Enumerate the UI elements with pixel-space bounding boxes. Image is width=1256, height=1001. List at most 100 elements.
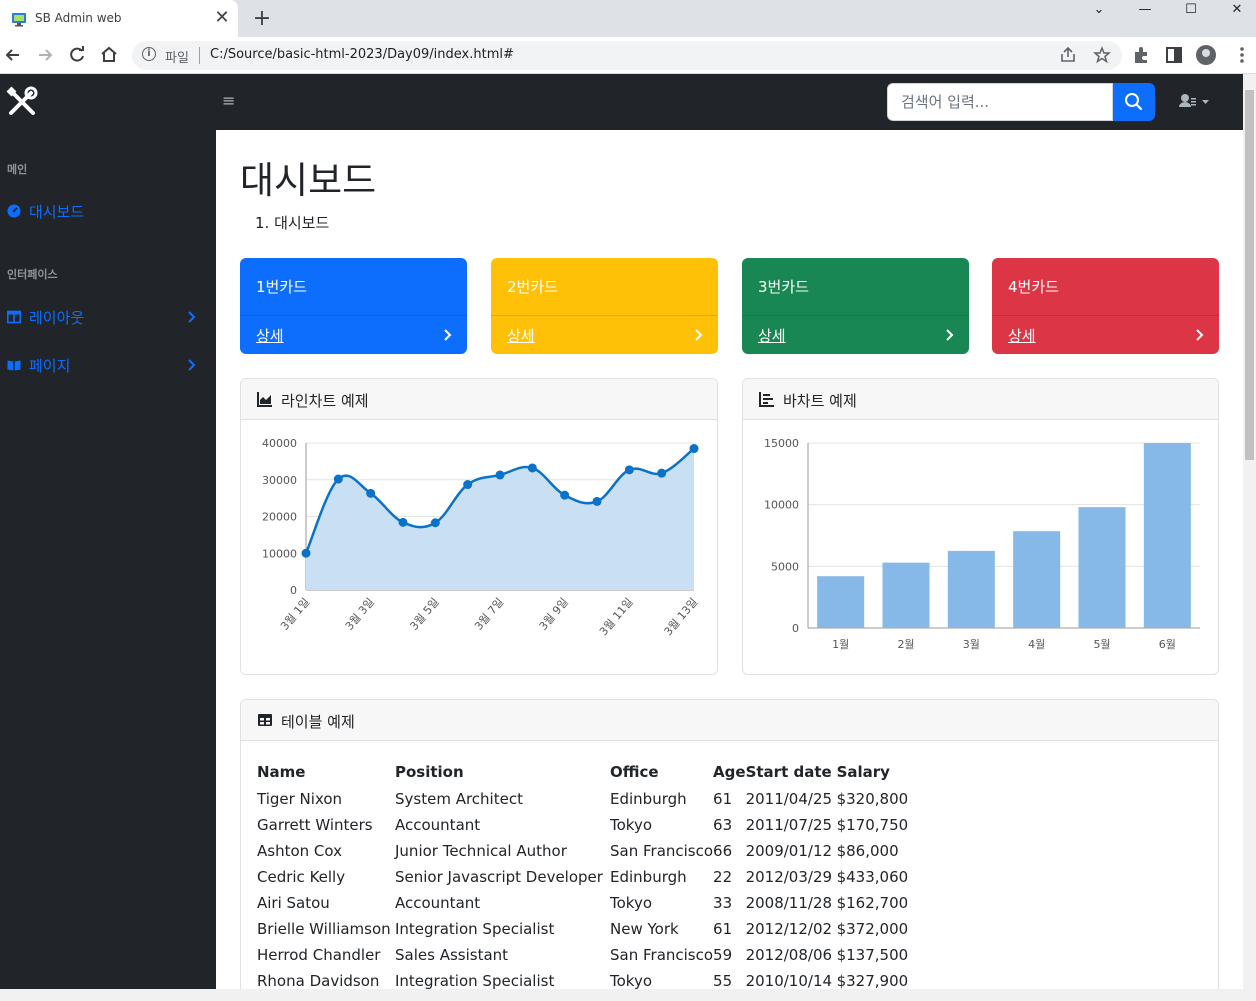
card-footer: 상세: [491, 315, 718, 354]
search-button[interactable]: [1113, 83, 1155, 121]
line-chart: 0 10000 20000 30000 40000 3월 1일 3월 3일 3월 5일 3월 7…: [262, 437, 700, 638]
table-cell: Brielle Williamson: [257, 920, 391, 938]
scrollbar-thumb[interactable]: [1245, 90, 1254, 460]
column-header[interactable]: Salary: [837, 760, 917, 786]
sidebar-item-pages[interactable]: 페이지: [7, 354, 207, 378]
sidebar-item-layout[interactable]: 레이아웃: [7, 306, 207, 330]
home-icon[interactable]: [96, 42, 122, 68]
sidebar-item-dashboard[interactable]: 대시보드: [7, 200, 207, 224]
bookmark-star-icon[interactable]: [1092, 45, 1112, 65]
page-scrollbar[interactable]: [1243, 74, 1256, 989]
card-detail-link[interactable]: 상세: [758, 325, 786, 346]
chart-area-icon: [257, 392, 272, 407]
table-cell: 2008/11/28: [745, 894, 833, 912]
url-text[interactable]: C:/Source/basic-html-2023/Day09/index.ht…: [210, 47, 514, 62]
sidebar-toggle-button[interactable]: ≡: [222, 90, 240, 112]
share-icon[interactable]: [1058, 45, 1078, 65]
table-cell: Integration Specialist: [395, 972, 555, 989]
column-header[interactable]: Age: [713, 760, 746, 786]
table-cell: Tokyo: [610, 972, 652, 989]
tools-logo-icon[interactable]: [6, 86, 38, 118]
card-title: 3번카드: [758, 278, 809, 296]
panel-title: 라인차트 예제: [281, 392, 369, 410]
table-cell: Garrett Winters: [257, 816, 373, 834]
data-point: [592, 496, 602, 506]
close-tab-icon[interactable]: ✕: [212, 8, 232, 28]
tab-search-icon[interactable]: ⌄: [1076, 0, 1122, 20]
extensions-icon[interactable]: [1130, 44, 1152, 66]
line-chart-panel: 라인차트 예제 0 10000 20000 30000 40000 3월 1일 3월 3일 3…: [240, 378, 718, 675]
search-icon: [1125, 93, 1143, 111]
reload-icon[interactable]: [64, 42, 90, 68]
search-input[interactable]: 검색어 입력...: [887, 83, 1113, 121]
table-cell: 2012/03/29: [745, 868, 833, 886]
user-menu-icon[interactable]: [1176, 92, 1216, 112]
table-cell: Edinburgh: [610, 790, 687, 808]
profile-avatar-icon[interactable]: [1196, 45, 1216, 65]
table-cell: Rhona Davidson: [257, 972, 380, 989]
table-cell: $372,000: [836, 920, 909, 938]
column-header[interactable]: Name: [257, 760, 395, 786]
new-tab-button[interactable]: +: [250, 6, 274, 32]
card-detail-link[interactable]: 상세: [256, 325, 284, 346]
table-cell: Ashton Cox: [257, 842, 342, 860]
minimize-button[interactable]: —: [1122, 0, 1168, 20]
panel-header: 테이블 예제: [241, 700, 1218, 741]
chevron-right-icon: [188, 311, 196, 323]
stat-card-1: 1번카드 상세: [240, 258, 467, 354]
panel-title: 바차트 예제: [783, 392, 857, 410]
card-footer: 상세: [240, 315, 467, 354]
card-detail-link[interactable]: 상세: [1008, 325, 1036, 346]
table-cell: $320,800: [836, 790, 909, 808]
x-tick-label: 3월 7일: [471, 595, 506, 633]
table-cell: System Architect: [395, 790, 523, 808]
x-tick-label: 3월 11일: [596, 595, 635, 638]
browser-tab-strip: SB Admin web ✕ + ⌄ — ☐ ✕: [0, 0, 1256, 37]
maximize-button[interactable]: ☐: [1168, 0, 1214, 20]
close-window-button[interactable]: ✕: [1214, 0, 1256, 20]
data-point: [301, 548, 311, 558]
table-cell: 59: [713, 946, 733, 964]
address-bar[interactable]: i 파일 C:/Source/basic-html-2023/Day09/ind…: [132, 41, 1122, 70]
stat-card-3: 3번카드 상세: [742, 258, 969, 354]
data-point: [495, 470, 505, 480]
x-tick-label: 5월: [1093, 638, 1110, 651]
table-panel: 테이블 예제 Name Position Office Age Start da…: [240, 699, 1219, 989]
card-detail-link[interactable]: 상세: [507, 325, 535, 346]
chevron-right-icon: [695, 329, 703, 341]
y-tick-label: 15000: [764, 437, 799, 450]
file-scheme-label: 파일: [165, 51, 189, 66]
column-header[interactable]: Office: [610, 760, 713, 786]
panel-header: 라인차트 예제: [241, 379, 717, 420]
table-row: Brielle Williamson Integration Specialist…: [257, 916, 917, 942]
table-row: Garrett Winters Accountant Tokyo 63 2011/07/…: [257, 812, 917, 838]
y-tick-label: 10000: [262, 547, 297, 560]
back-icon[interactable]: [0, 42, 26, 68]
column-header[interactable]: Start date: [746, 760, 837, 786]
table-cell: Junior Technical Author: [395, 842, 567, 860]
bar: [1078, 507, 1126, 628]
more-menu-icon[interactable]: [1232, 42, 1252, 68]
table-cell: $86,000: [836, 842, 899, 860]
sidebar-item-label: 레이아웃: [29, 309, 85, 327]
data-point: [657, 468, 667, 478]
side-panel-icon[interactable]: [1163, 44, 1185, 66]
table-cell: 61: [713, 790, 733, 808]
data-point: [624, 465, 634, 475]
table-row: Cedric Kelly Senior Javascript Developer E…: [257, 864, 917, 890]
bar: [817, 576, 865, 628]
stat-card-4: 4번카드 상세: [992, 258, 1219, 354]
chart-bar-icon: [759, 392, 774, 407]
browser-tab[interactable]: SB Admin web ✕: [0, 0, 238, 37]
tab-title: SB Admin web: [35, 11, 122, 25]
card-footer: 상세: [992, 315, 1219, 354]
omnibox-divider: [199, 47, 200, 64]
column-header[interactable]: Position: [395, 760, 610, 786]
data-point: [366, 488, 376, 498]
table-cell: 2011/07/25: [745, 816, 833, 834]
forward-icon[interactable]: [32, 42, 58, 68]
table-cell: $170,750: [836, 816, 909, 834]
table-cell: Tokyo: [610, 894, 652, 912]
site-info-icon[interactable]: i: [142, 47, 156, 61]
bar-chart-panel: 바차트 예제 0 5000 10000 15000 1월 2월 3월 4월 5월 6월: [742, 378, 1219, 675]
